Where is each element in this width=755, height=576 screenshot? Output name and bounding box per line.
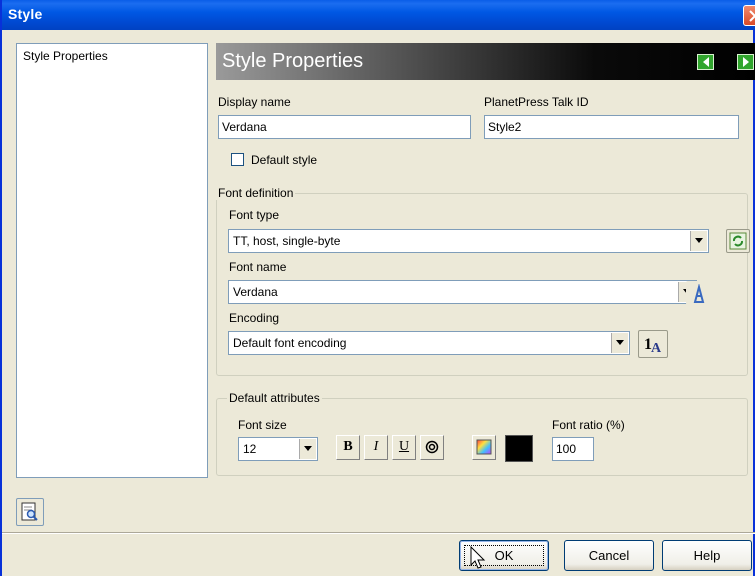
section-title: Style Properties [222, 50, 364, 72]
section-header: Style Properties [216, 43, 755, 80]
svg-text:A: A [651, 341, 662, 355]
encoding-value: Default font encoding [233, 336, 347, 350]
font-ratio-label: Font ratio (%) [552, 418, 625, 432]
font-name-value: Verdana [233, 285, 278, 299]
talk-id-label: PlanetPress Talk ID [484, 95, 589, 109]
font-browse-button[interactable] [686, 281, 710, 305]
refresh-icon [729, 232, 747, 250]
default-style-label: Default style [251, 153, 318, 167]
font-definition-legend: Font definition [216, 186, 296, 200]
text-color-button[interactable] [472, 435, 496, 460]
encoding-edit-button[interactable]: 1 A [638, 330, 668, 358]
text-color-swatch [505, 435, 533, 462]
preview-icon [21, 502, 38, 521]
font-type-label: Font type [229, 208, 280, 222]
font-size-value: 12 [243, 442, 257, 456]
arrow-left-icon [703, 57, 709, 67]
style-dialog: Style Style Properties Style Properties … [0, 0, 755, 576]
preview-button[interactable] [16, 498, 44, 526]
font-name-select[interactable]: Verdana [228, 280, 697, 304]
footer-separator [2, 532, 755, 534]
display-name-label: Display name [218, 95, 291, 109]
mouse-cursor-icon [470, 546, 486, 569]
font-type-select[interactable]: TT, host, single-byte [228, 229, 709, 253]
refresh-fonts-button[interactable] [726, 229, 750, 253]
next-page-button[interactable] [737, 54, 754, 70]
title-bar[interactable]: Style [2, 0, 755, 30]
close-icon [749, 10, 755, 22]
font-icon [693, 284, 705, 303]
chevron-down-icon [695, 238, 703, 243]
talk-id-field[interactable]: Style2 [484, 115, 739, 139]
underline-button[interactable]: U [392, 435, 416, 460]
font-type-dropdown-button[interactable] [690, 231, 707, 251]
default-attributes-legend: Default attributes [227, 391, 322, 405]
sidebar-list: Style Properties [16, 43, 208, 478]
outline-icon [425, 440, 439, 454]
italic-button[interactable]: I [364, 435, 388, 460]
display-name-field[interactable]: Verdana [218, 115, 471, 139]
encoding-label: Encoding [229, 311, 280, 325]
bold-button[interactable]: B [336, 435, 360, 460]
window-title: Style [8, 6, 43, 22]
encoding-select[interactable]: Default font encoding [228, 331, 630, 355]
default-style-checkbox[interactable] [231, 153, 244, 166]
font-type-value: TT, host, single-byte [233, 234, 341, 248]
font-name-label: Font name [229, 260, 287, 274]
help-button[interactable]: Help [662, 540, 752, 571]
chevron-down-icon [304, 446, 312, 451]
font-size-label: Font size [238, 418, 287, 432]
font-ratio-field[interactable]: 100 [552, 437, 594, 461]
close-button[interactable] [743, 5, 755, 26]
font-size-select[interactable]: 12 [238, 437, 318, 461]
sidebar-item-style-properties[interactable]: Style Properties [23, 49, 108, 63]
font-size-dropdown-button[interactable] [299, 439, 316, 459]
cancel-button[interactable]: Cancel [564, 540, 654, 571]
encoding-icon: 1 A [644, 336, 662, 355]
encoding-dropdown-button[interactable] [611, 333, 628, 353]
outline-button[interactable] [420, 435, 444, 460]
arrow-right-icon [743, 57, 749, 67]
color-palette-icon [476, 439, 492, 455]
previous-page-button[interactable] [697, 54, 714, 70]
chevron-down-icon [616, 340, 624, 345]
